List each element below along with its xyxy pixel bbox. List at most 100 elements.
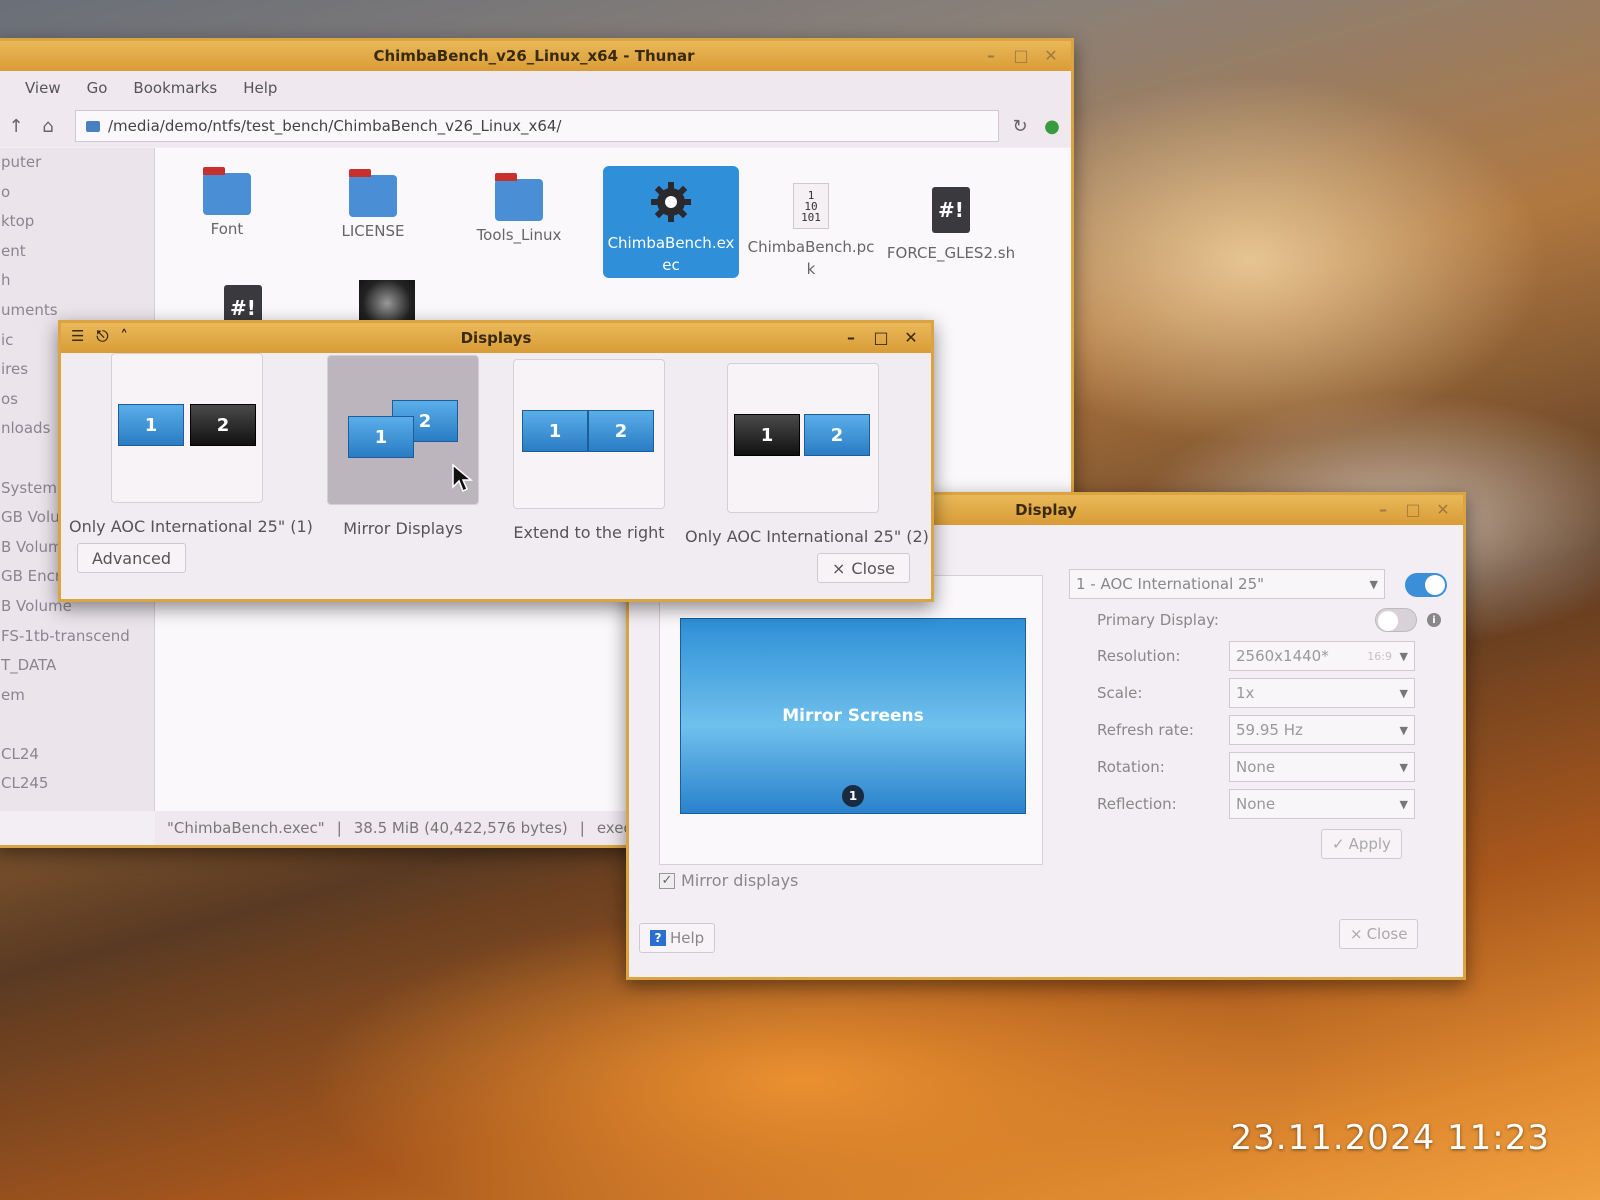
option-only-display-1[interactable]: 1 2 Only AOC International 25" (1) [69,353,313,536]
chevron-down-icon: ▼ [1369,577,1378,591]
refresh-rate-row: Refresh rate: 59.95 Hz ▼ [1069,715,1449,745]
thunar-titlebar[interactable]: ChimbaBench_v26_Linux_x64 - Thunar – □ ✕ [0,41,1071,71]
sidebar-item[interactable]: h [0,266,154,296]
chevron-down-icon: ▼ [1399,760,1408,774]
sidebar-item[interactable]: FS-1tb-transcend [0,622,154,652]
checkbox-checked-icon: ✓ [659,872,675,889]
minimize-icon[interactable]: – [839,326,863,348]
file-item-license[interactable]: LICENSE [305,160,441,240]
monitor-1-icon: 1 [734,414,800,456]
display-preview[interactable]: Mirror Screens 1 [680,618,1026,814]
apply-button[interactable]: ✓ Apply [1321,829,1402,859]
help-button[interactable]: ? Help [639,923,716,953]
folder-icon [203,167,251,215]
lock-icon[interactable]: ⎋ [96,327,108,345]
maximize-icon[interactable]: □ [1401,498,1425,520]
help-icon: ? [650,930,666,946]
file-item-chimbabench-exec[interactable]: ChimbaBench.exec [603,166,739,278]
monitor-select-row: 1 - AOC International 25" ▼ [1069,569,1449,599]
status-size: 38.5 MiB (40,422,576 bytes) [353,819,568,837]
menubar: View Go Bookmarks Help [0,71,1071,105]
close-button[interactable]: × Close [817,553,910,583]
sidebar-item[interactable]: T_DATA [0,651,154,681]
chevron-down-icon: ▼ [1399,723,1408,737]
resolution-row: Resolution: 2560x1440* 16:9 ▼ [1069,641,1449,671]
file-item-tools-linux[interactable]: Tools_Linux [451,164,587,244]
sidebar-item[interactable]: ktop [0,207,154,237]
minimize-icon[interactable]: – [979,44,1003,66]
window-title: Display [1015,501,1077,519]
close-icon[interactable]: ✕ [1431,498,1455,520]
file-item-force-gles2[interactable]: #! FORCE_GLES2.sh [883,174,1019,262]
monitor-1-icon: 1 [522,410,588,452]
monitor-2-icon: 2 [588,410,654,452]
script-icon: #! [932,187,970,233]
menu-go[interactable]: Go [87,79,108,97]
window-title: Displays [460,329,532,347]
reflection-row: Reflection: None ▼ [1069,789,1449,819]
display-preview-frame: Mirror Screens 1 [659,575,1043,865]
menu-view[interactable]: View [25,79,61,97]
monitor-1-icon: 1 [118,404,184,446]
folder-icon [349,169,397,217]
refresh-rate-select[interactable]: 59.95 Hz ▼ [1229,715,1415,745]
check-icon: ✓ [1332,835,1345,853]
monitor-enabled-toggle[interactable] [1405,573,1447,597]
primary-display-toggle[interactable] [1375,608,1417,632]
mouse-pointer-icon [452,463,473,493]
path-text: /media/demo/ntfs/test_bench/ChimbaBench_… [108,117,562,135]
window-title: ChimbaBench_v26_Linux_x64 - Thunar [373,47,695,65]
file-item-chimbabench-pck[interactable]: 1 10 101 ChimbaBench.pck [743,170,879,284]
maximize-icon[interactable]: □ [869,326,893,348]
chevron-down-icon: ▼ [1399,797,1408,811]
chevron-up-icon[interactable]: ˄ [120,327,128,345]
file-item-font[interactable]: Font [159,158,295,238]
info-icon[interactable]: i [1427,613,1441,627]
gear-icon [651,182,691,222]
rotation-row: Rotation: None ▼ [1069,752,1449,782]
photo-timestamp: 23.11.2024 11:23 [1230,1118,1550,1158]
sidebar-item[interactable]: o [0,178,154,208]
minimize-icon[interactable]: – [1371,498,1395,520]
chevron-down-icon: ▼ [1399,649,1408,663]
scale-select[interactable]: 1x ▼ [1229,678,1415,708]
sidebar-item[interactable]: puter [0,148,154,178]
sidebar-item[interactable]: CL24 [0,740,154,770]
monitor-1-icon: 1 [348,416,414,458]
folder-icon [86,120,100,132]
resolution-select[interactable]: 2560x1440* 16:9 ▼ [1229,641,1415,671]
reload-icon[interactable]: ↻ [1009,116,1031,137]
sidebar-item[interactable]: em [0,681,154,711]
location-bar: ↑ ⌂ /media/demo/ntfs/test_bench/ChimbaBe… [0,105,1071,147]
scale-row: Scale: 1x ▼ [1069,678,1449,708]
option-extend-right[interactable]: 1 2 Extend to the right [499,359,679,542]
monitor-2-icon: 2 [190,404,256,446]
close-icon: × [832,558,846,578]
close-icon[interactable]: ✕ [899,326,923,348]
close-button[interactable]: × Close [1339,919,1419,949]
menu-bookmarks[interactable]: Bookmarks [133,79,217,97]
reflection-select[interactable]: None ▼ [1229,789,1415,819]
mirror-displays-checkbox[interactable]: ✓ Mirror displays [659,871,798,890]
binary-file-icon: 1 10 101 [793,183,829,229]
close-icon[interactable]: ✕ [1039,44,1063,66]
arrow-up-icon[interactable]: ↑ [5,116,27,137]
home-icon[interactable]: ⌂ [37,116,59,137]
option-mirror-displays[interactable]: 2 1 Mirror Displays [323,355,483,538]
menu-help[interactable]: Help [243,79,277,97]
advanced-button[interactable]: Advanced [77,543,187,573]
display-number-badge: 1 [842,785,864,807]
maximize-icon[interactable]: □ [1009,44,1033,66]
preview-label: Mirror Screens [782,706,924,726]
menu-icon[interactable]: ☰ [71,327,84,345]
option-only-display-2[interactable]: 1 2 Only AOC International 25" (2) [685,363,929,546]
sidebar-item[interactable]: ent [0,237,154,267]
sidebar-item[interactable]: CL245 [0,769,154,799]
path-input[interactable]: /media/demo/ntfs/test_bench/ChimbaBench_… [75,110,999,142]
monitor-2-icon: 2 [804,414,870,456]
rotation-select[interactable]: None ▼ [1229,752,1415,782]
monitor-select[interactable]: 1 - AOC International 25" ▼ [1069,569,1385,599]
app-icon[interactable]: ● [1041,116,1063,137]
displays-titlebar[interactable]: ☰ ⎋ ˄ Displays – □ ✕ [61,323,931,353]
sidebar-item[interactable] [0,710,154,740]
